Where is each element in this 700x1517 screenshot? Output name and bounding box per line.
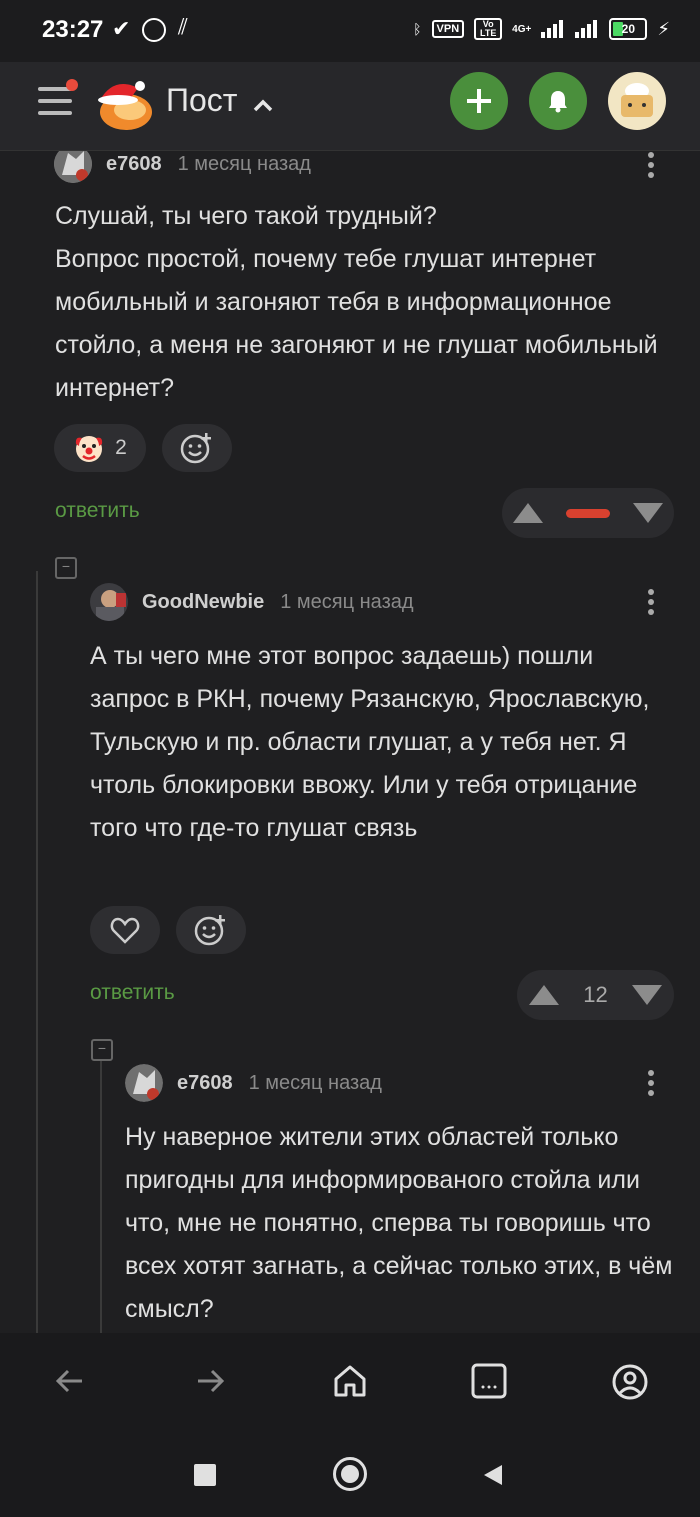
avatar: [621, 83, 653, 117]
comment-author[interactable]: GoodNewbie: [142, 591, 264, 614]
add-post-button[interactable]: [450, 72, 508, 130]
comment-header: e7608 1 месяц назад: [54, 151, 311, 183]
avatar[interactable]: [125, 1064, 163, 1102]
comment-text: Слушай, ты чего такой трудный? Вопрос пр…: [55, 202, 658, 402]
collapse-thread-button[interactable]: −: [55, 557, 77, 579]
page-title[interactable]: Пост: [166, 82, 237, 119]
comment-time[interactable]: 1 месяц назад: [178, 153, 311, 176]
arrow-down-icon[interactable]: [632, 503, 663, 523]
status-time: 23:27: [42, 16, 104, 43]
rating-value: 12: [583, 982, 608, 1007]
more-options-icon[interactable]: [645, 588, 657, 618]
comment-text: Ну наверное жители этих областей только …: [125, 1123, 673, 1323]
browser-toolbar: [0, 1333, 700, 1433]
comments-feed: e7608 1 месяц назад Слушай, ты чего тако…: [0, 151, 700, 1333]
reaction-clown-button[interactable]: 2: [54, 424, 146, 472]
charging-icon: ⚡: [657, 18, 670, 39]
comment-author[interactable]: e7608: [106, 153, 162, 176]
comment-header: e7608 1 месяц назад: [125, 1064, 382, 1102]
home-icon[interactable]: [332, 1363, 368, 1399]
arrow-down-icon[interactable]: [631, 985, 662, 1005]
sync-icon: [142, 18, 166, 42]
add-reaction-icon: [194, 915, 225, 946]
reply-link[interactable]: ответить: [90, 981, 175, 1005]
plus-icon: [467, 89, 491, 113]
forward-icon[interactable]: [192, 1363, 228, 1399]
status-bar: 23:27 ✔ ⫽ ᛒ VPN Vo LTE 4G+ 20 ⚡: [0, 0, 700, 62]
add-reaction-button[interactable]: [176, 906, 246, 954]
home-circle-icon[interactable]: [333, 1457, 367, 1491]
vpn-badge: VPN: [431, 20, 465, 38]
rating-widget: 12: [517, 970, 674, 1020]
notifications-button[interactable]: [529, 72, 587, 130]
comment-header: GoodNewbie 1 месяц назад: [90, 583, 414, 621]
network-label: 4G+: [512, 23, 532, 35]
arrow-up-icon[interactable]: [529, 985, 560, 1005]
collapse-thread-button[interactable]: −: [91, 1039, 113, 1061]
battery-icon: 20: [609, 18, 648, 40]
clown-emoji-icon: [76, 436, 103, 462]
check-icon: ✔: [112, 16, 131, 41]
tabs-icon[interactable]: [471, 1363, 507, 1399]
volte-badge: Vo LTE: [474, 18, 503, 40]
negative-rating-bar: [565, 508, 610, 518]
reply-link[interactable]: ответить: [55, 499, 140, 523]
hamburger-icon[interactable]: [38, 79, 78, 115]
add-reaction-icon: [180, 433, 211, 464]
cell-signal-2-icon: [575, 20, 598, 38]
comment-author[interactable]: e7608: [177, 1072, 233, 1095]
signal-stripes-icon: ⫽: [178, 14, 188, 39]
more-options-icon[interactable]: [645, 1069, 657, 1099]
system-back-icon[interactable]: [482, 1463, 504, 1487]
system-nav-bar: [0, 1433, 700, 1517]
more-options-icon[interactable]: [645, 151, 657, 181]
user-avatar-button[interactable]: [608, 72, 666, 130]
cell-signal-icon: [541, 20, 564, 38]
thread-line: [100, 1057, 102, 1333]
like-button[interactable]: [90, 906, 160, 954]
rating-widget: [502, 488, 674, 538]
chevron-up-icon[interactable]: [252, 90, 274, 120]
comment-text: А ты чего мне этот вопрос задаешь) пошли…: [90, 642, 650, 842]
bell-icon: [549, 91, 567, 113]
bluetooth-icon: ᛒ: [413, 21, 422, 37]
notification-dot: [66, 79, 78, 91]
arrow-up-icon[interactable]: [513, 503, 544, 523]
comment-time[interactable]: 1 месяц назад: [280, 591, 413, 614]
reaction-count: 2: [115, 436, 127, 459]
app-header: Пост: [0, 62, 700, 151]
logo-icon[interactable]: [94, 74, 154, 134]
recent-apps-icon[interactable]: [194, 1464, 216, 1486]
add-reaction-button[interactable]: [162, 424, 232, 472]
heart-icon: [110, 917, 140, 944]
avatar[interactable]: [54, 151, 92, 183]
comment-time[interactable]: 1 месяц назад: [249, 1072, 382, 1095]
back-icon[interactable]: [52, 1363, 88, 1399]
thread-line: [36, 571, 38, 1333]
profile-icon[interactable]: [611, 1363, 649, 1401]
avatar[interactable]: [90, 583, 128, 621]
